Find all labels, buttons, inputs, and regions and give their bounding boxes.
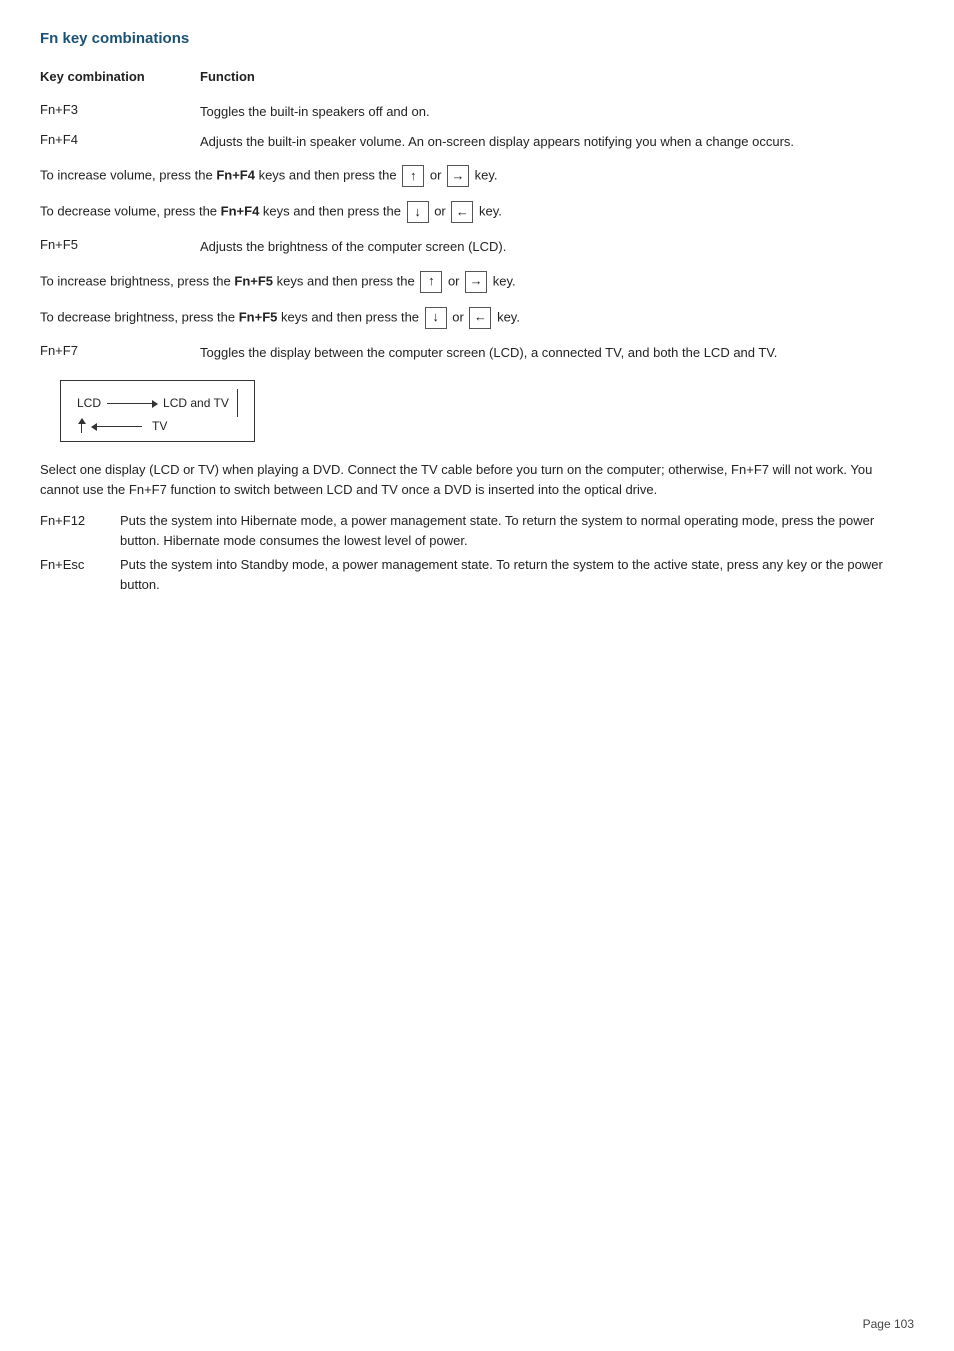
fn-f12-row: Fn+F12 Puts the system into Hibernate mo…	[40, 511, 914, 551]
fn-f3-desc: Toggles the built-in speakers off and on…	[200, 102, 914, 122]
fn-f3-key: Fn+F3	[40, 102, 200, 122]
up-arrow-icon: ↑	[402, 165, 424, 187]
lcd-label: LCD	[77, 396, 101, 410]
or-text-2: or	[434, 203, 449, 218]
volume-increase-line: To increase volume, press the Fn+F4 keys…	[40, 165, 914, 187]
fn-f12-key: Fn+F12	[40, 511, 120, 551]
fn-f4-row: Fn+F4 Adjusts the built-in speaker volum…	[40, 132, 914, 152]
lcd-and-tv-label: LCD and TV	[163, 396, 229, 410]
left-arrow-icon-2: ←	[469, 307, 491, 329]
brightness-decrease-suffix: keys and then press the	[277, 309, 422, 324]
fn-f12-esc-block: Fn+F12 Puts the system into Hibernate mo…	[40, 511, 914, 596]
volume-decrease-suffix: keys and then press the	[259, 203, 404, 218]
down-arrow-icon-2: ↓	[425, 307, 447, 329]
lcd-tv-diagram: LCD LCD and TV TV	[40, 372, 914, 450]
fn-f5-desc: Adjusts the brightness of the computer s…	[200, 237, 914, 257]
up-arrow-icon-2: ↑	[420, 271, 442, 293]
fn-f4-desc: Adjusts the built-in speaker volume. An …	[200, 132, 914, 152]
brightness-decrease-line: To decrease brightness, press the Fn+F5 …	[40, 307, 914, 329]
arrow-right-icon	[107, 403, 157, 404]
fn-f7-key: Fn+F7	[40, 343, 200, 363]
table-header: Key combination Function	[40, 69, 914, 84]
key-text-2: key.	[479, 203, 502, 218]
fn-esc-key: Fn+Esc	[40, 555, 120, 595]
fn-f5-key: Fn+F5	[40, 237, 200, 257]
brightness-increase-text: To increase brightness, press the	[40, 273, 234, 288]
brightness-decrease-text: To decrease brightness, press the	[40, 309, 239, 324]
volume-decrease-line: To decrease volume, press the Fn+F4 keys…	[40, 201, 914, 223]
key-text-3: key.	[493, 273, 516, 288]
col-header-key: Key combination	[40, 69, 200, 84]
volume-increase-text: To increase volume, press the	[40, 167, 216, 182]
fn-f3-row: Fn+F3 Toggles the built-in speakers off …	[40, 102, 914, 122]
arrow-left-icon	[92, 426, 142, 427]
fn-esc-desc: Puts the system into Standby mode, a pow…	[120, 555, 914, 595]
select-note: Select one display (LCD or TV) when play…	[40, 460, 914, 499]
volume-increase-suffix: keys and then press the	[255, 167, 400, 182]
left-arrow-icon-1: ←	[451, 201, 473, 223]
lcd-bottom-row: TV	[81, 419, 238, 433]
volume-decrease-keys: Fn+F4	[221, 203, 260, 218]
key-text-4: key.	[497, 309, 520, 324]
col-header-function: Function	[200, 69, 255, 84]
up-tick-icon	[78, 418, 86, 424]
key-text-1: key.	[475, 167, 498, 182]
down-arrow-icon-1: ↓	[407, 201, 429, 223]
or-text-4: or	[452, 309, 467, 324]
fn-f4-key: Fn+F4	[40, 132, 200, 152]
volume-decrease-text: To decrease volume, press the	[40, 203, 221, 218]
fn-f7-desc: Toggles the display between the computer…	[200, 343, 914, 363]
brightness-decrease-keys: Fn+F5	[239, 309, 278, 324]
fn-f5-row: Fn+F5 Adjusts the brightness of the comp…	[40, 237, 914, 257]
page-number: Page 103	[863, 1317, 914, 1331]
page-title: Fn key combinations	[40, 30, 914, 47]
fn-f7-row: Fn+F7 Toggles the display between the co…	[40, 343, 914, 363]
lcd-top-row: LCD LCD and TV	[77, 389, 238, 417]
right-arrow-icon: →	[447, 165, 469, 187]
tv-label: TV	[152, 419, 167, 433]
or-text-1: or	[430, 167, 445, 182]
or-text-3: or	[448, 273, 463, 288]
volume-increase-keys: Fn+F4	[216, 167, 255, 182]
fn-esc-row: Fn+Esc Puts the system into Standby mode…	[40, 555, 914, 595]
brightness-increase-keys: Fn+F5	[234, 273, 273, 288]
lcd-diagram-box: LCD LCD and TV TV	[60, 380, 255, 442]
brightness-increase-line: To increase brightness, press the Fn+F5 …	[40, 271, 914, 293]
right-arrow-icon-2: →	[465, 271, 487, 293]
vertical-line-right	[237, 389, 238, 417]
fn-f12-desc: Puts the system into Hibernate mode, a p…	[120, 511, 914, 551]
brightness-increase-suffix: keys and then press the	[273, 273, 418, 288]
